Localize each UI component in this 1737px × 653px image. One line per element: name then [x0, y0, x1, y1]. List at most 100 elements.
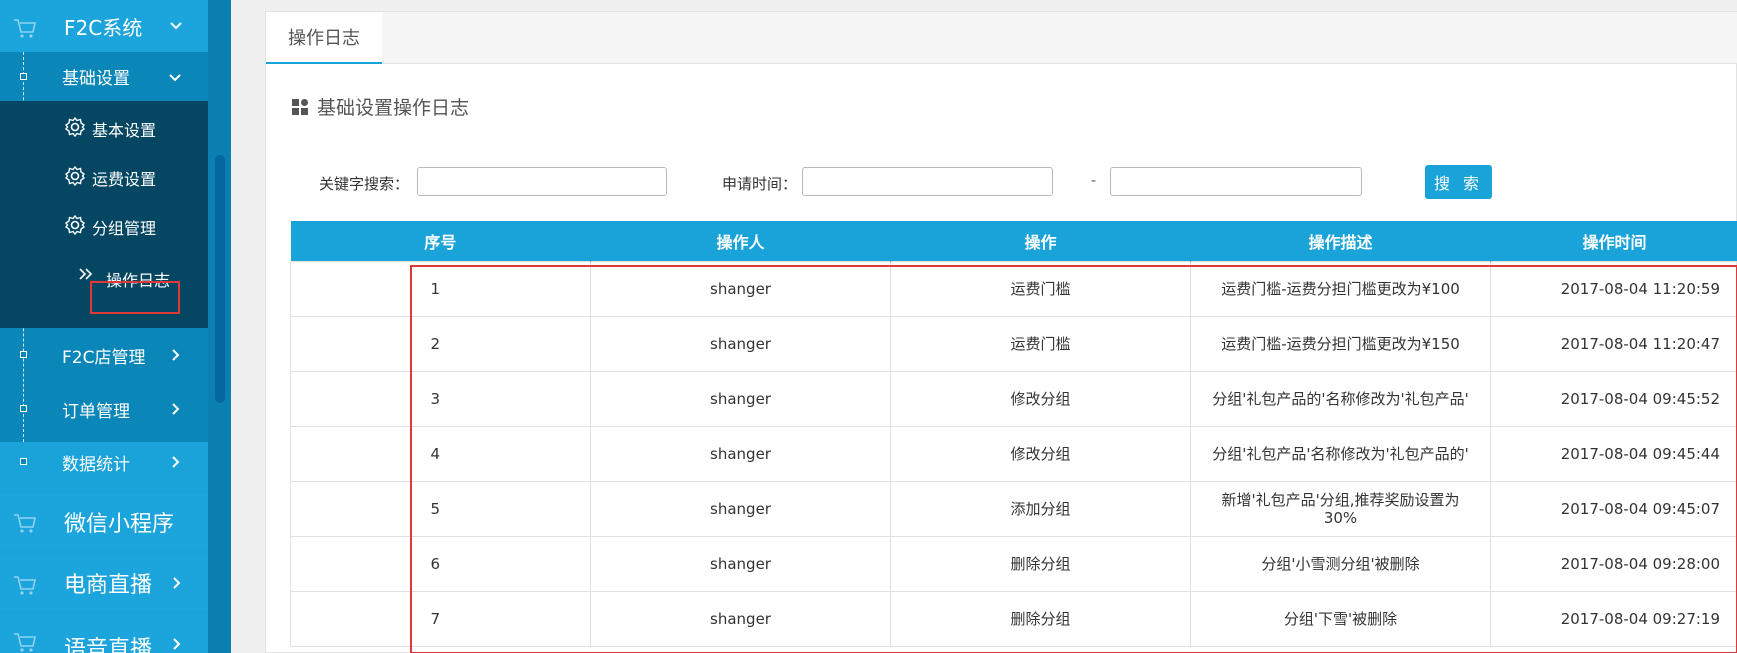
cell-operation: 删除分组 [890, 535, 1191, 592]
cell-description: 分组'礼包产品的'名称修改为'礼包产品' [1190, 370, 1491, 427]
cell-operator: shanger [590, 370, 891, 427]
cell-description: 运费门槛-运费分担门槛更改为¥100 [1190, 260, 1491, 317]
nav-item-group[interactable]: 分组管理 [0, 199, 208, 251]
nav-voice-live[interactable]: 语音直播 [0, 616, 208, 653]
cart-icon [14, 576, 36, 595]
chevron-right-icon [172, 456, 180, 468]
section-title: 基础设置操作日志 [291, 93, 469, 120]
nav-ecommerce-live-label: 电商直播 [64, 573, 153, 598]
tree-node [20, 73, 27, 80]
th-description[interactable]: 操作描述 [1190, 221, 1491, 261]
nav-f2c-store[interactable]: F2C店管理 [0, 328, 208, 382]
cell-time: 2017-08-04 11:20:47 [1490, 315, 1737, 372]
active-item-highlight [90, 281, 180, 314]
cell-operator: shanger [590, 535, 891, 592]
cell-operation: 修改分组 [890, 370, 1191, 427]
gear-icon [64, 116, 86, 138]
start-time-input[interactable] [802, 167, 1053, 196]
nav-voice-live-label: 语音直播 [64, 637, 153, 653]
nav-basic-settings[interactable]: 基础设置 [0, 52, 208, 101]
cell-description: 分组'小雪测分组'被删除 [1190, 535, 1491, 592]
table-row: 4 shanger 修改分组 分组'礼包产品'名称修改为'礼包产品的' 2017… [290, 425, 1737, 482]
cell-seq: 3 [290, 370, 591, 427]
nav-order-mgmt-label: 订单管理 [62, 401, 130, 422]
nav-item-group-label: 分组管理 [92, 219, 157, 238]
keyword-label: 关键字搜索： [319, 175, 410, 193]
table-row: 3 shanger 修改分组 分组'礼包产品的'名称修改为'礼包产品' 2017… [290, 370, 1737, 427]
cell-operator: shanger [590, 315, 891, 372]
cell-operator: shanger [590, 425, 891, 482]
cart-icon [14, 19, 36, 38]
cell-seq: 5 [290, 480, 591, 537]
double-chevron-icon [79, 268, 93, 280]
table-row: 7 shanger 删除分组 分组'下雪'被删除 2017-08-04 09:2… [290, 590, 1737, 647]
nav-f2c-store-label: F2C店管理 [62, 347, 146, 368]
cell-seq: 4 [290, 425, 591, 482]
cell-operation: 运费门槛 [890, 315, 1191, 372]
cell-description: 分组'礼包产品'名称修改为'礼包产品的' [1190, 425, 1491, 482]
tab-oplog[interactable]: 操作日志 [266, 12, 382, 64]
cell-time: 2017-08-04 09:45:07 [1490, 480, 1737, 537]
th-operator[interactable]: 操作人 [590, 221, 891, 261]
cell-operator: shanger [590, 480, 891, 537]
tab-bar: 操作日志 [266, 12, 1737, 64]
cell-description: 新增'礼包产品'分组,推荐奖励设置为30% [1190, 480, 1491, 537]
chevron-right-icon [172, 403, 180, 415]
tree-node [20, 405, 27, 412]
cell-operation: 删除分组 [890, 590, 1191, 647]
oplog-table: 序号 操作人 操作 操作描述 操作时间 1 shanger 运费门槛 运费门槛-… [290, 221, 1737, 647]
gear-icon [64, 214, 86, 236]
time-label: 申请时间： [722, 175, 798, 193]
keyword-input[interactable] [417, 167, 667, 196]
main-panel: 操作日志 基础设置操作日志 关键字搜索： 申请时间： - 搜 索 序号 操作人 … [265, 11, 1737, 653]
cell-operator: shanger [590, 590, 891, 647]
nav-basic-settings-label: 基础设置 [62, 69, 130, 89]
nav-item-basic-label: 基本设置 [92, 121, 157, 140]
cell-seq: 6 [290, 535, 591, 592]
cell-time: 2017-08-04 11:20:59 [1490, 260, 1737, 317]
nav-wechat-miniapp[interactable]: 微信小程序 [0, 494, 208, 549]
tree-node [20, 351, 27, 358]
cell-description: 运费门槛-运费分担门槛更改为¥150 [1190, 315, 1491, 372]
nav-ecommerce-live[interactable]: 电商直播 [0, 556, 208, 610]
cart-icon [14, 633, 36, 652]
cell-time: 2017-08-04 09:27:19 [1490, 590, 1737, 647]
chevron-right-icon [173, 577, 181, 589]
sidebar: F2C系统 基础设置 基本设置 运费设置 分组管理 操作日志 F2C店管理 订单… [0, 0, 208, 653]
cell-description: 分组'下雪'被删除 [1190, 590, 1491, 647]
nav-stats-label: 数据统计 [62, 454, 130, 475]
table-row: 6 shanger 删除分组 分组'小雪测分组'被删除 2017-08-04 0… [290, 535, 1737, 592]
cell-time: 2017-08-04 09:28:00 [1490, 535, 1737, 592]
grid-icon [292, 98, 308, 115]
table-row: 5 shanger 添加分组 新增'礼包产品'分组,推荐奖励设置为30% 201… [290, 480, 1737, 537]
table-row: 1 shanger 运费门槛 运费门槛-运费分担门槛更改为¥100 2017-0… [290, 260, 1737, 317]
end-time-input[interactable] [1110, 167, 1362, 196]
table-header-row: 序号 操作人 操作 操作描述 操作时间 [290, 221, 1737, 261]
cell-operation: 修改分组 [890, 425, 1191, 482]
nav-stats[interactable]: 数据统计 [0, 436, 208, 488]
sidebar-scrollbar-thumb[interactable] [215, 155, 225, 403]
time-separator: - [1091, 173, 1097, 189]
cart-icon [14, 514, 36, 533]
chevron-down-icon [170, 22, 182, 30]
section-title-text: 基础设置操作日志 [317, 97, 470, 119]
chevron-down-icon [169, 74, 181, 82]
search-button[interactable]: 搜 索 [1425, 165, 1492, 199]
cell-seq: 1 [290, 260, 591, 317]
th-operation[interactable]: 操作 [890, 221, 1191, 261]
cell-seq: 2 [290, 315, 591, 372]
chevron-right-icon [173, 638, 181, 650]
nav-item-shipping-label: 运费设置 [92, 170, 157, 189]
nav-item-basic[interactable]: 基本设置 [0, 101, 208, 153]
cell-seq: 7 [290, 590, 591, 647]
nav-f2c-system[interactable]: F2C系统 [0, 0, 208, 52]
nav-wechat-miniapp-label: 微信小程序 [64, 511, 175, 537]
nav-item-shipping[interactable]: 运费设置 [0, 150, 208, 202]
th-time[interactable]: 操作时间 [1490, 221, 1737, 261]
tree-node [20, 458, 27, 465]
nav-order-mgmt[interactable]: 订单管理 [0, 382, 208, 436]
table-row: 2 shanger 运费门槛 运费门槛-运费分担门槛更改为¥150 2017-0… [290, 315, 1737, 372]
gear-icon [64, 165, 86, 187]
cell-operation: 运费门槛 [890, 260, 1191, 317]
th-seq[interactable]: 序号 [290, 221, 591, 261]
